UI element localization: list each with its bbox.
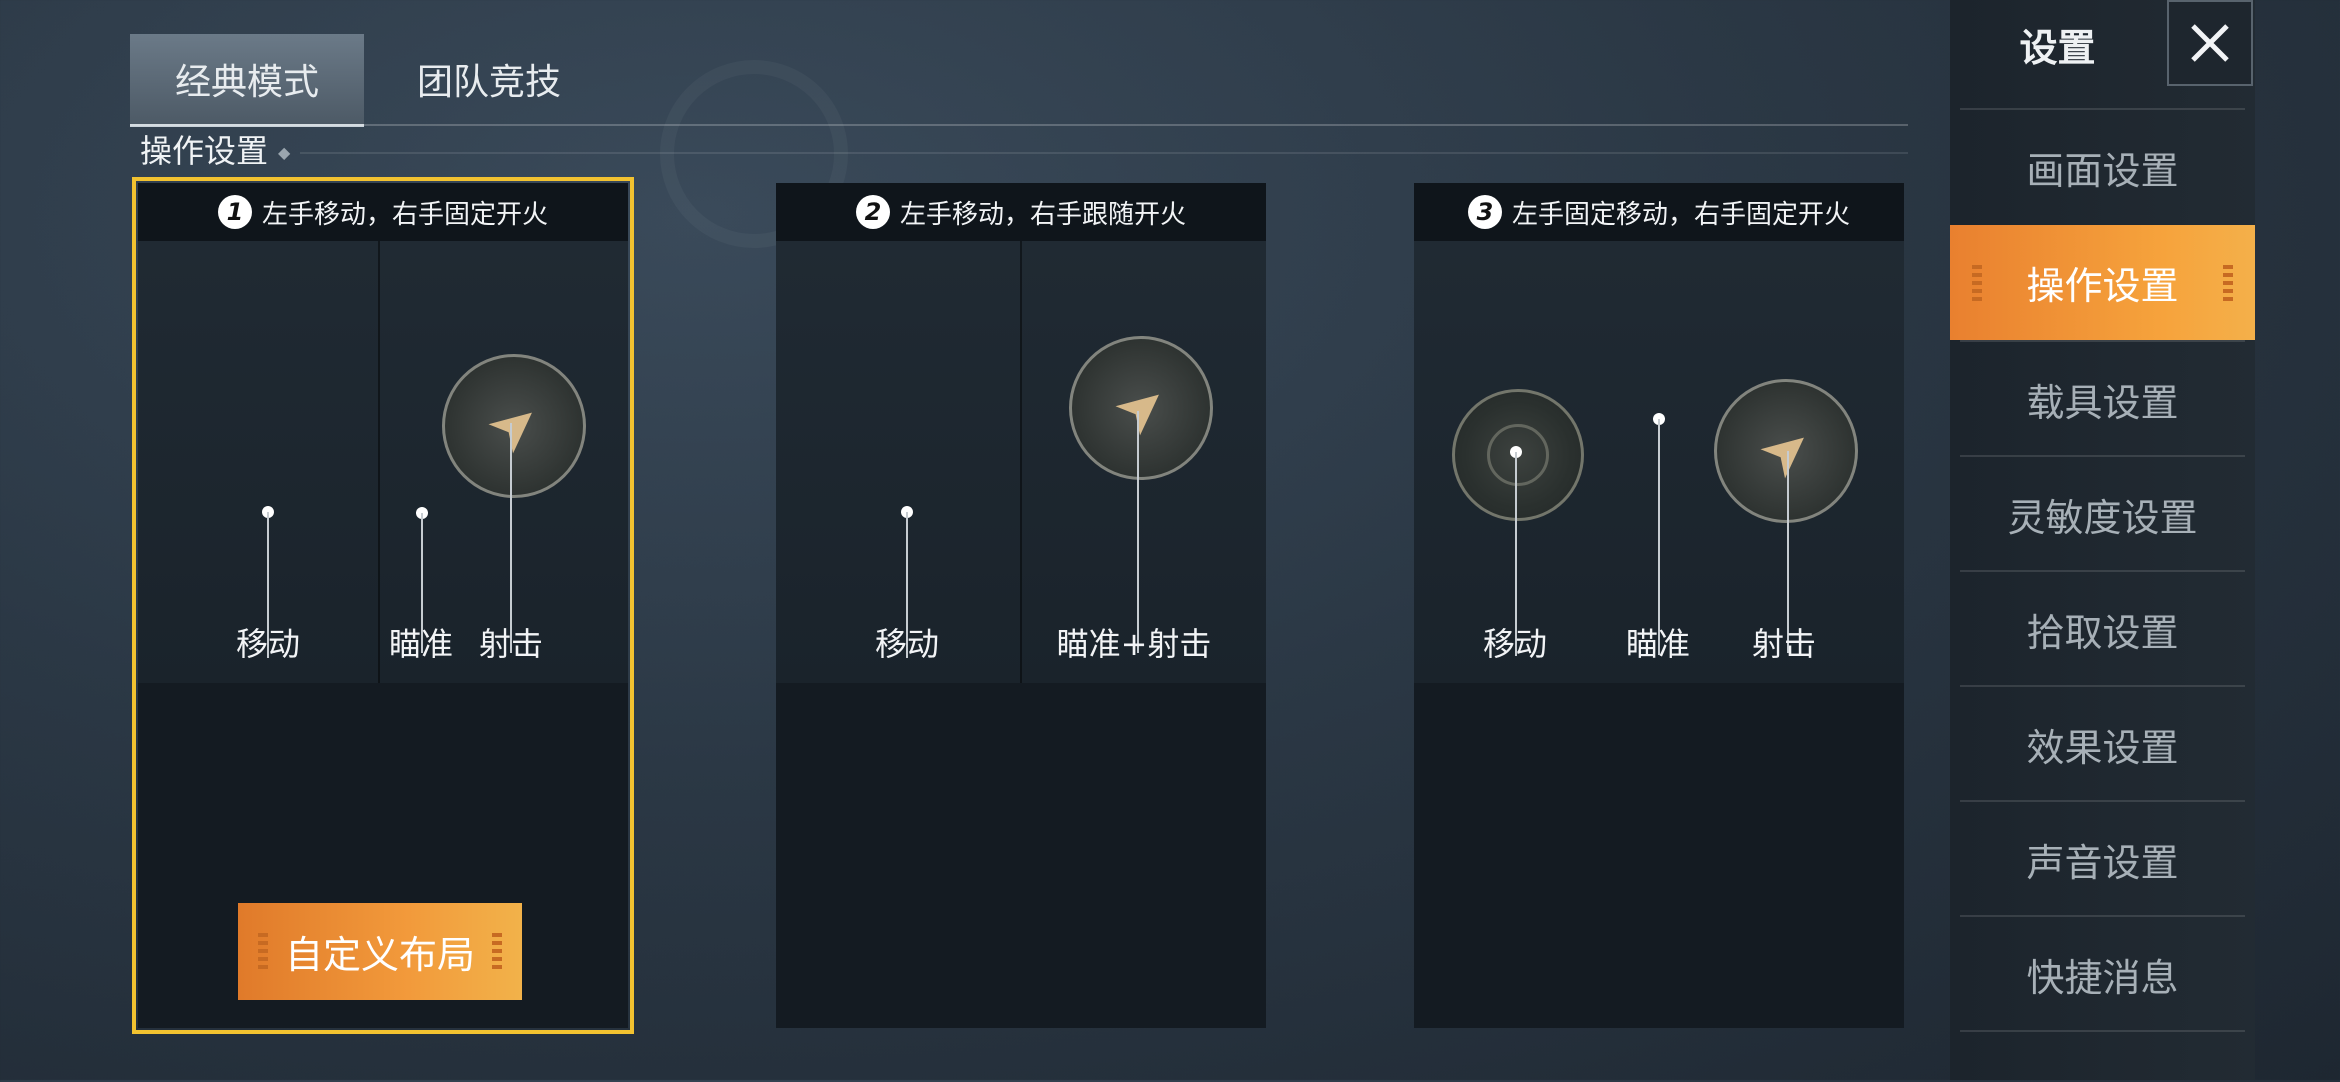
fire-button-preview: ➤ xyxy=(1069,336,1213,480)
bullet-icon: ➤ xyxy=(1744,408,1828,494)
sidebar-item-label: 画面设置 xyxy=(2026,149,2179,193)
mode-card-header: 3 左手固定移动，右手固定开火 xyxy=(1414,183,1904,241)
fire-button-preview: ➤ xyxy=(442,354,586,498)
tabs-divider xyxy=(130,124,1908,126)
mode-card-1[interactable]: 1 左手移动，右手固定开火 移动 瞄准 ➤ 射击 xyxy=(132,177,634,1034)
fire-label: 射击 xyxy=(1751,625,1817,663)
move-label: 移动 xyxy=(1482,625,1548,663)
grip-icon xyxy=(258,933,268,973)
sidebar-item-label: 载具设置 xyxy=(2026,381,2179,425)
sidebar-item-label: 操作设置 xyxy=(2026,264,2179,308)
mode-card-header: 1 左手移动，右手固定开火 xyxy=(138,183,628,241)
aim-fire-stick xyxy=(1137,411,1139,653)
grip-icon xyxy=(492,933,502,973)
mode-card-2[interactable]: 2 左手移动，右手跟随开火 移动 ➤ 瞄准+射击 xyxy=(776,183,1266,1028)
close-icon xyxy=(2191,24,2229,62)
custom-layout-button[interactable]: 自定义布局 xyxy=(238,903,522,1000)
preview-divider xyxy=(378,241,380,683)
sidebar-item-label: 声音设置 xyxy=(2026,841,2179,885)
tab-classic-mode[interactable]: 经典模式 xyxy=(130,34,364,127)
mode-preview: 移动 瞄准 ➤ 射击 xyxy=(1414,241,1904,683)
sidebar-item-audio[interactable]: 声音设置 xyxy=(1960,800,2245,917)
bullet-icon: ➤ xyxy=(472,383,556,469)
sidebar-item-label: 拾取设置 xyxy=(2026,611,2179,655)
move-label: 移动 xyxy=(235,625,301,663)
preview-divider xyxy=(1020,241,1022,683)
settings-sidebar: 设置 画面设置 操作设置 载具设置 灵敏度设置 拾取设置 效果设置 声音设置 快… xyxy=(1950,0,2255,1080)
mode-tabs: 经典模式 团队竞技 xyxy=(130,34,614,127)
aim-label: 瞄准 xyxy=(388,625,454,663)
sidebar-item-next[interactable] xyxy=(1960,1030,2245,1082)
settings-title: 设置 xyxy=(2019,25,2096,70)
tab-team-deathmatch[interactable]: 团队竞技 xyxy=(364,34,614,124)
bullet-icon: ➤ xyxy=(1099,365,1183,451)
sidebar-item-label: 效果设置 xyxy=(2026,726,2179,770)
mode-preview: 移动 ➤ 瞄准+射击 xyxy=(776,241,1266,683)
close-button[interactable] xyxy=(2167,0,2253,86)
sidebar-item-label: 快捷消息 xyxy=(2026,956,2179,1000)
sidebar-item-pickup[interactable]: 拾取设置 xyxy=(1960,570,2245,687)
mode-title: 左手移动，右手跟随开火 xyxy=(899,199,1186,230)
grip-icon xyxy=(2223,265,2233,305)
section-divider xyxy=(300,152,1908,154)
sidebar-item-controls[interactable]: 操作设置 xyxy=(1950,225,2255,340)
aim-fire-label: 瞄准+射击 xyxy=(1056,625,1212,663)
section-title-text: 操作设置 xyxy=(140,132,269,170)
mode-preview: 移动 瞄准 ➤ 射击 xyxy=(138,241,628,683)
mode-number-badge: 3 xyxy=(1467,195,1502,229)
sidebar-item-quick-chat[interactable]: 快捷消息 xyxy=(1960,915,2245,1032)
mode-number-badge: 1 xyxy=(217,195,252,229)
custom-layout-label: 自定义布局 xyxy=(284,933,475,977)
aim-label: 瞄准 xyxy=(1625,625,1691,663)
fire-label: 射击 xyxy=(478,625,544,663)
diamond-icon: ◆ xyxy=(278,143,291,162)
grip-icon xyxy=(1972,265,1982,305)
fire-button-preview: ➤ xyxy=(1714,379,1858,523)
mode-card-3[interactable]: 3 左手固定移动，右手固定开火 移动 瞄准 ➤ 射击 xyxy=(1414,183,1904,1028)
mode-title: 左手固定移动，右手固定开火 xyxy=(1511,199,1850,230)
sidebar-item-sensitivity[interactable]: 灵敏度设置 xyxy=(1960,455,2245,572)
mode-number-badge: 2 xyxy=(855,195,890,229)
sidebar-item-vehicle[interactable]: 载具设置 xyxy=(1960,340,2245,457)
move-label: 移动 xyxy=(874,625,940,663)
mode-card-header: 2 左手移动，右手跟随开火 xyxy=(776,183,1266,241)
sidebar-item-graphics[interactable]: 画面设置 xyxy=(1960,108,2245,225)
mode-title: 左手移动，右手固定开火 xyxy=(261,199,548,230)
sidebar-item-effects[interactable]: 效果设置 xyxy=(1960,685,2245,802)
sidebar-item-label: 灵敏度设置 xyxy=(2007,496,2198,540)
section-title: 操作设置 ◆ xyxy=(140,128,290,176)
